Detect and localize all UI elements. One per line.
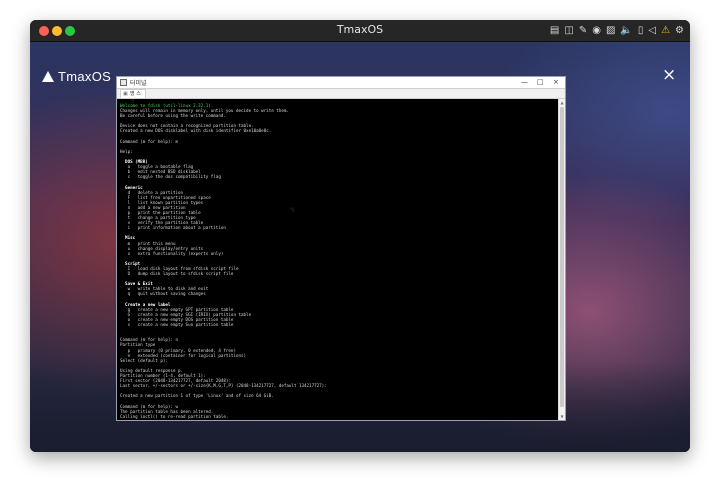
record-icon[interactable]: ◉ (592, 24, 601, 38)
terminal-title: 터미널 (130, 80, 147, 87)
terminal-minimize-button[interactable]: — (521, 77, 528, 88)
title-bar: TmaxOS ▤ ◫ ✎ ◉ ▨ 🔈 ▯ ◁ ⚠ ⚙ (30, 20, 690, 42)
terminal-close-button[interactable]: × (553, 77, 559, 88)
scroll-down-icon[interactable]: ▼ (559, 414, 565, 419)
status-icons: ▤ ◫ ✎ ◉ ▨ 🔈 ▯ ◁ ⚠ ⚙ (550, 24, 684, 38)
volume-icon[interactable]: 🔈 (620, 24, 632, 38)
network-icon[interactable]: ◫ (564, 24, 573, 38)
scroll-up-icon[interactable]: ▲ (559, 100, 565, 105)
terminal-tab-bar: ▣ 명 스크 (117, 89, 565, 105)
terminal-line-text: Created a new DOS disklabel with disk id… (120, 128, 272, 134)
tmaxos-logo: TmaxOS (42, 68, 111, 84)
back-icon[interactable]: ◁ (648, 24, 656, 38)
desktop-close-icon[interactable]: × (662, 66, 676, 84)
gear-icon[interactable]: ⚙ (675, 24, 684, 38)
pen-icon[interactable]: ✎ (579, 24, 587, 38)
terminal-line-text: O dump disk layout to sfdisk script file (120, 271, 234, 277)
logo-mark-icon (42, 70, 54, 82)
image-icon[interactable]: ▨ (606, 24, 615, 38)
terminal-line-text: s create a new empty Sun partition table (120, 322, 234, 328)
terminal-line-text: i print information about a partition (120, 225, 226, 231)
desktop: TmaxOS × 터미널 — □ × ▣ 명 스크 Welcome to fdi… (30, 42, 690, 452)
terminal-line-text: Last sector, +/-sectors or +/-size{K,M,G… (120, 383, 327, 389)
terminal-tab[interactable]: ▣ 명 스크 (120, 89, 146, 105)
terminal-window: 터미널 — □ × ▣ 명 스크 Welcome to fdisk (util-… (116, 76, 566, 421)
logo-text: TmaxOS (58, 68, 112, 84)
terminal-line-text: Select (default p): (120, 357, 168, 363)
terminal-line-text: Help: (120, 148, 133, 154)
tablet-icon[interactable]: ▯ (638, 24, 644, 38)
terminal-maximize-button[interactable]: □ (537, 77, 544, 88)
warning-icon[interactable]: ⚠ (661, 24, 670, 38)
terminal-scrollbar[interactable]: ▲ ▼ (558, 99, 565, 420)
terminal-output[interactable]: Welcome to fdisk (util-linux 2.32.1). Cha… (120, 103, 556, 419)
terminal-title-bar: 터미널 — □ × (117, 77, 565, 89)
terminal-app-icon (120, 79, 127, 86)
scroll-thumb[interactable] (560, 107, 564, 407)
terminal-line-text: x extra functionality (experts only) (120, 250, 224, 256)
tab-icon: ▣ (123, 91, 128, 97)
keyboard-icon[interactable]: ▤ (550, 24, 559, 38)
app-window: TmaxOS ▤ ◫ ✎ ◉ ▨ 🔈 ▯ ◁ ⚠ ⚙ TmaxOS × 터미널 — □ × ▣ 명… (30, 20, 690, 452)
terminal-line-text: c toggle the dos compatibility flag (120, 174, 221, 180)
terminal-line-text: Be careful before using the write comman… (120, 113, 226, 119)
terminal-line-text: Created a new partition 1 of type 'Linux… (120, 393, 274, 399)
terminal-line-text: q quit without saving changes (120, 291, 206, 297)
terminal-line-text: Command (m for help): m (120, 138, 178, 144)
